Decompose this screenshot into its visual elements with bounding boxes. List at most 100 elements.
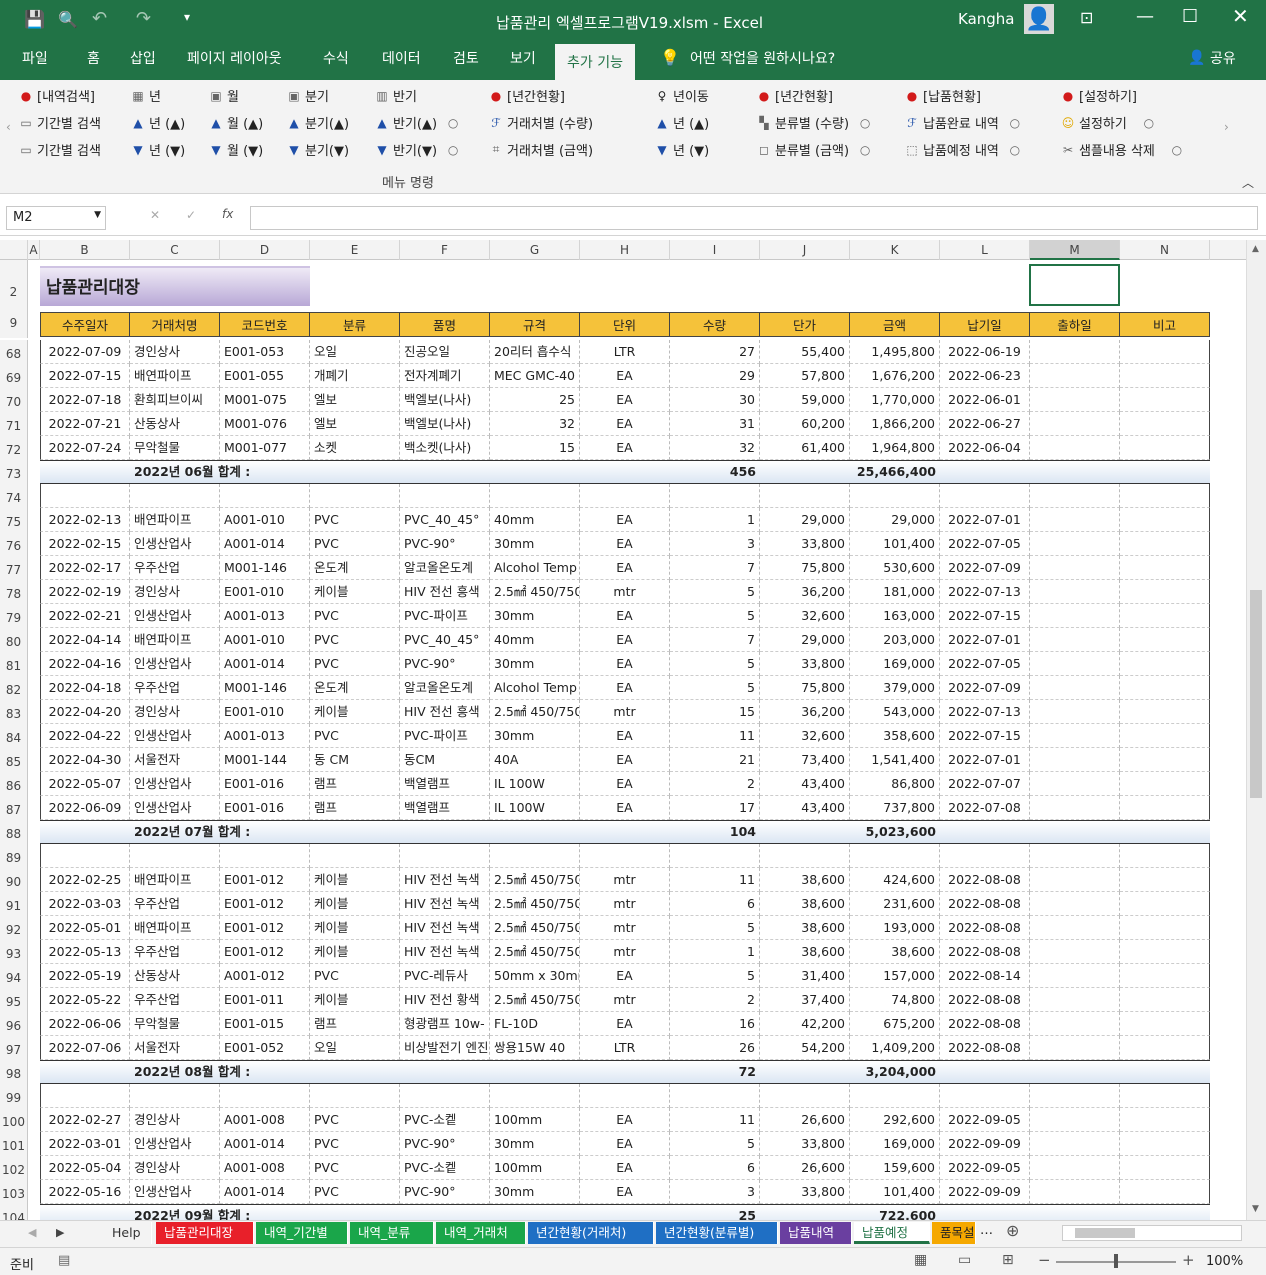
row-header[interactable]: 84	[0, 724, 28, 748]
table-cell[interactable]: 33,800	[760, 1132, 850, 1156]
table-cell[interactable]: 진공오일	[400, 340, 490, 364]
table-cell[interactable]: 2022-04-18	[40, 676, 130, 700]
table-cell[interactable]: 55,400	[760, 340, 850, 364]
table-cell[interactable]: 램프	[310, 772, 400, 796]
table-cell[interactable]: PVC_40_45°	[400, 628, 490, 652]
table-cell[interactable]: 엘보	[310, 388, 400, 412]
quarter-down-button[interactable]: ▼ 분기(▼)	[286, 140, 349, 160]
table-cell[interactable]: 동CM	[400, 748, 490, 772]
table-cell[interactable]: 엘보	[310, 412, 400, 436]
tab-home[interactable]: 홈	[87, 48, 100, 68]
table-cell[interactable]: 인생산업사	[130, 1132, 220, 1156]
table-cell[interactable]	[1030, 556, 1120, 580]
column-header-K[interactable]: K	[850, 240, 940, 260]
table-cell[interactable]	[1030, 988, 1120, 1012]
table-cell[interactable]: EA	[580, 676, 670, 700]
table-cell[interactable]: 알코올온도계	[400, 556, 490, 580]
table-cell[interactable]	[1120, 1036, 1210, 1060]
half-year-down-button[interactable]: ▼ 반기(▼) ○	[374, 140, 464, 160]
table-cell[interactable]: 2022-02-27	[40, 1108, 130, 1132]
sheet-tab[interactable]: 납품관리대장	[156, 1222, 254, 1244]
table-cell[interactable]: 5	[670, 1132, 760, 1156]
table-cell[interactable]: PVC-파이프	[400, 604, 490, 628]
table-cell[interactable]: M001-075	[220, 388, 310, 412]
row-header[interactable]: 96	[0, 1012, 28, 1036]
table-cell[interactable]: 75,800	[760, 676, 850, 700]
table-cell[interactable]	[1030, 532, 1120, 556]
table-cell[interactable]: 배연파이프	[130, 364, 220, 388]
table-cell[interactable]: 675,200	[850, 1012, 940, 1036]
table-cell[interactable]	[1030, 940, 1120, 964]
table-cell[interactable]: 29	[670, 364, 760, 388]
table-cell[interactable]	[1030, 724, 1120, 748]
subtotal-label[interactable]: 2022년 07월 합계 :	[130, 820, 330, 844]
table-cell[interactable]: A001-010	[220, 628, 310, 652]
table-cell[interactable]	[1120, 412, 1210, 436]
table-cell[interactable]: PVC_40_45°	[400, 508, 490, 532]
table-cell[interactable]	[1120, 700, 1210, 724]
table-cell[interactable]: 2022-05-19	[40, 964, 130, 988]
radio-icon[interactable]: ○	[1007, 143, 1023, 157]
tab-data[interactable]: 데이터	[382, 48, 421, 68]
table-cell[interactable]: 61,400	[760, 436, 850, 460]
subtotal-amount[interactable]: 25,466,400	[850, 460, 940, 484]
subtotal-amount[interactable]: 3,204,000	[850, 1060, 940, 1084]
table-cell[interactable]: 케이블	[310, 916, 400, 940]
table-cell[interactable]: 인생산업사	[130, 532, 220, 556]
period-search-button-2[interactable]: ▭ 기간별 검색	[18, 140, 101, 160]
row-header[interactable]: 88	[0, 820, 28, 844]
subtotal-qty[interactable]: 104	[670, 820, 760, 844]
table-cell[interactable]	[1030, 484, 1120, 508]
table-cell[interactable]: EA	[580, 748, 670, 772]
table-cell[interactable]: EA	[580, 364, 670, 388]
table-cell[interactable]: EA	[580, 1108, 670, 1132]
table-cell[interactable]	[220, 1084, 310, 1108]
table-cell[interactable]: 2.5㎟ 450/750V	[490, 940, 580, 964]
table-cell[interactable]: 2022-06-19	[940, 340, 1030, 364]
row-header[interactable]: 82	[0, 676, 28, 700]
table-cell[interactable]	[1120, 556, 1210, 580]
zoom-out-icon[interactable]: −	[1038, 1251, 1051, 1269]
tab-view[interactable]: 보기	[510, 48, 536, 68]
table-cell[interactable]: EA	[580, 964, 670, 988]
tab-insert[interactable]: 삽입	[130, 48, 156, 68]
table-cell[interactable]: EA	[580, 1180, 670, 1204]
year-up-button[interactable]: ▲ 년 (▲)	[130, 113, 185, 133]
scroll-left-icon[interactable]: ‹	[6, 120, 11, 134]
sheet-tab[interactable]: Help	[104, 1222, 152, 1244]
table-cell[interactable]	[1120, 604, 1210, 628]
more-sheets-icon[interactable]: …	[980, 1223, 993, 1238]
table-cell[interactable]: 169,000	[850, 652, 940, 676]
table-cell[interactable]: EA	[580, 1156, 670, 1180]
table-cell[interactable]: 2022-05-13	[40, 940, 130, 964]
subtotal-qty[interactable]: 25	[670, 1204, 760, 1220]
worksheet-grid[interactable]: 2 납품관리대장 9 수주일자 거래처명 코드번호 분류 품명 규격 단위 수량 단가 금액 납기일…	[0, 260, 1246, 1220]
redo-icon[interactable]: ↷	[136, 8, 151, 29]
table-cell[interactable]: 우주산업	[130, 556, 220, 580]
table-cell[interactable]: 30mm	[490, 532, 580, 556]
delivery-status-header[interactable]: ● [납품현황]	[904, 86, 981, 106]
table-cell[interactable]: M001-146	[220, 676, 310, 700]
table-cell[interactable]: mtr	[580, 580, 670, 604]
row-header[interactable]: 71	[0, 412, 28, 436]
subtotal-label[interactable]: 2022년 08월 합계 :	[130, 1060, 330, 1084]
table-cell[interactable]	[220, 484, 310, 508]
table-cell[interactable]: 2022-07-24	[40, 436, 130, 460]
table-cell[interactable]: EA	[580, 772, 670, 796]
table-cell[interactable]: E001-010	[220, 580, 310, 604]
table-cell[interactable]: 11	[670, 868, 760, 892]
table-cell[interactable]: E001-011	[220, 988, 310, 1012]
table-cell[interactable]: 2022-06-09	[40, 796, 130, 820]
table-cell[interactable]: 쌍용15W 40	[490, 1036, 580, 1060]
table-cell[interactable]	[1030, 580, 1120, 604]
zoom-slider-thumb[interactable]	[1114, 1254, 1118, 1268]
year-down-button[interactable]: ▼ 년 (▼)	[130, 140, 185, 160]
table-cell[interactable]: E001-015	[220, 1012, 310, 1036]
half-year-button[interactable]: ▥ 반기	[374, 86, 417, 106]
table-cell[interactable]: PVC	[310, 1156, 400, 1180]
table-cell[interactable]: 169,000	[850, 1132, 940, 1156]
close-icon[interactable]: ✕	[1232, 4, 1249, 28]
table-cell[interactable]	[1120, 532, 1210, 556]
table-cell[interactable]: LTR	[580, 1036, 670, 1060]
table-cell[interactable]: 케이블	[310, 868, 400, 892]
